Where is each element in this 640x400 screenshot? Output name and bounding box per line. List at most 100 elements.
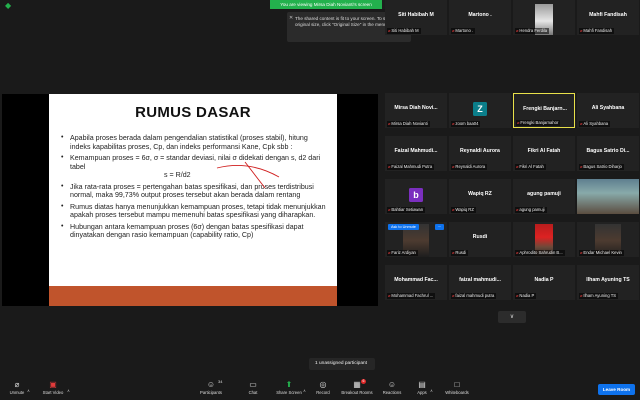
slide-title: RUMUS DASAR (135, 104, 251, 121)
participant-name: Fikri Al Fatah (527, 148, 561, 154)
share-options-caret[interactable]: ∧ (303, 379, 306, 397)
participant-caption: ⌀Mirsa Diah Novianti (387, 121, 430, 127)
tooltip-text: The shared content is fit to your screen… (295, 16, 399, 27)
shield-icon[interactable]: ◆ (5, 1, 13, 10)
share-screen-button[interactable]: ⬆ Share Screen (274, 380, 304, 396)
participant-name: Ilham Ayuning TS (586, 277, 630, 283)
participant-caption-name: faizal mahmudi putra (455, 293, 495, 298)
participant-tile[interactable]: Faizal Mahmudi... ⌀Faizal Mahmudi Putra (385, 136, 447, 171)
participant-tile[interactable]: Martono . ⌀Martono . (449, 0, 511, 35)
participant-caption: ⌀Mohammad Fachrul ... (387, 293, 436, 299)
participant-caption: ⌀Endar Michael Kevin (579, 250, 624, 256)
participant-tile[interactable]: agung pamuji ⌀agung pamuji (513, 179, 575, 214)
slide-formula: s = R/d2 (164, 171, 191, 179)
audio-options-caret[interactable]: ∧ (27, 379, 30, 397)
participant-tile[interactable]: Ali Syahbana ⌀Ali Syahbana (577, 93, 639, 128)
participant-caption: ⌀Fariz Ardiyan (387, 250, 418, 256)
share-screen-label: Share Screen (276, 390, 302, 395)
camera-off-icon: ▣ (49, 380, 57, 389)
participant-tile[interactable]: Fikri Al Fatah ⌀Fikri Al Fatah (513, 136, 575, 171)
ask-to-unmute-button[interactable]: Ask to Unmute (388, 224, 419, 230)
participant-name: Mirsa Diah Novi... (394, 105, 438, 111)
participant-caption-name: zoom baa04 (455, 121, 479, 126)
participant-name: Mohammad Fac... (394, 277, 438, 283)
participant-tile[interactable]: ⌀Aphrodito Sahrudin B... (513, 222, 575, 257)
whiteboard-icon: □ (454, 380, 460, 389)
microphone-muted-icon: ⌀ (14, 380, 20, 389)
participant-caption: ⌀Bahtiar Setiawan (387, 207, 426, 213)
participant-tile[interactable]: Nadia P ⌀Nadia P (513, 265, 575, 300)
unmute-label: Unmute (9, 390, 25, 395)
participant-caption-name: Rusdi (455, 250, 467, 255)
participant-tile[interactable] (577, 179, 639, 214)
participant-caption-name: Endar Michael Kevin (583, 250, 622, 255)
participant-caption-name: Mahfi Fandisah (583, 28, 613, 33)
participant-name: Reynaldi Aurora (460, 148, 500, 154)
unmute-button[interactable]: ⌀ Unmute (6, 380, 28, 396)
participants-count: 34 (218, 379, 223, 384)
whiteboards-button[interactable]: □ Whiteboards (442, 380, 472, 396)
close-icon[interactable]: ✕ (289, 15, 293, 21)
participant-tile[interactable]: Z ⌀zoom baa04 (449, 93, 511, 128)
whiteboards-label: Whiteboards (445, 390, 469, 395)
participant-caption-name: agung pamuji (519, 207, 545, 212)
participant-tile[interactable]: Rusdi ⌀Rusdi (449, 222, 511, 257)
participant-caption: ⌀Faizal Mahmudi Putra (387, 164, 435, 170)
gallery-scroll-down-button[interactable]: ∨ (498, 311, 526, 323)
participant-tile[interactable]: faizal mahmudi... ⌀faizal mahmudi putra (449, 265, 511, 300)
participant-tile[interactable]: Ilham Ayuning TS ⌀Ilham Ayuning TS (577, 265, 639, 300)
participant-tile[interactable]: Mirsa Diah Novi... ⌀Mirsa Diah Novianti (385, 93, 447, 128)
participant-tile[interactable]: ⌀Endar Michael Kevin (577, 222, 639, 257)
participant-tile[interactable]: Frengki Banjarn... ⌀Frengki Banjarnahor (513, 93, 575, 128)
participant-tile[interactable]: Siti Habibah M ⌀Siti Habibah M (385, 0, 447, 35)
participant-caption: ⌀Siti Habibah M (387, 28, 421, 34)
participant-tile[interactable]: Reynaldi Aurora ⌀Reynaldi Aurora (449, 136, 511, 171)
participant-caption: ⌀Bagus Satrio Diharjo (579, 164, 624, 170)
record-icon: ◎ (319, 380, 327, 389)
participant-caption-name: Bagus Satrio Diharjo (583, 164, 622, 169)
participant-tile[interactable]: ⌀Hendra Ferdila (513, 0, 575, 35)
chat-icon: ▭ (249, 380, 257, 389)
breakout-rooms-button[interactable]: ▦ Breakout Rooms (338, 380, 376, 396)
participant-tile[interactable]: Mahfi Fandisah ⌀Mahfi Fandisah (577, 0, 639, 35)
participant-caption-name: Ilham Ayuning TS (583, 293, 617, 298)
zoom-meeting-window: { "banner": { "viewing_text": "You are v… (0, 0, 640, 400)
reactions-label: Reactions (382, 390, 402, 395)
caret-up-icon: ∧ (303, 388, 306, 393)
more-options-button[interactable]: ··· (435, 224, 444, 230)
apps-options-caret[interactable]: ∧ (430, 379, 433, 397)
participant-caption-name: Faizal Mahmudi Putra (391, 164, 433, 169)
participant-name: Ali Syahbana (591, 105, 625, 111)
participant-caption: ⌀Frengki Banjarnahor (516, 120, 561, 126)
slide-footer-bar (49, 286, 337, 306)
participant-caption-name: Wapiq RZ (455, 207, 474, 212)
participant-tile[interactable]: Mohammad Fac... ⌀Mohammad Fachrul ... (385, 265, 447, 300)
participant-name: faizal mahmudi... (459, 277, 501, 283)
participant-caption: ⌀Aphrodito Sahrudin B... (515, 250, 565, 256)
leave-room-button[interactable]: Leave Room (598, 384, 635, 395)
slide-bullet-list: Apabila proses berada dalam pengendalian… (61, 134, 329, 243)
caret-up-icon: ∧ (27, 388, 30, 393)
participant-caption-name: Ali Syahbana (583, 121, 609, 126)
participant-tile[interactable]: b ⌀Bahtiar Setiawan (385, 179, 447, 214)
record-button[interactable]: ◎ Record (312, 380, 334, 396)
start-video-button[interactable]: ▣ Start Video (38, 380, 68, 396)
participant-tile[interactable]: Ask to Unmute ··· ⌀Fariz Ardiyan (385, 222, 447, 257)
video-options-caret[interactable]: ∧ (67, 379, 70, 397)
unassigned-participant-toast[interactable]: 1 unassigned participant (309, 358, 375, 370)
participant-tile[interactable]: Wapiq RZ ⌀Wapiq RZ (449, 179, 511, 214)
chat-button[interactable]: ▭ Chat (244, 380, 262, 396)
record-label: Record (316, 390, 330, 395)
slide-bullet: Hubungan antara kemampuan proses (6σ) de… (61, 223, 329, 240)
smiley-icon: ☺ (387, 380, 397, 389)
participant-tile[interactable]: Bagus Satrio Di... ⌀Bagus Satrio Diharjo (577, 136, 639, 171)
avatar: b (409, 188, 423, 202)
apps-label: Apps (417, 390, 427, 395)
caret-up-icon: ∧ (67, 388, 70, 393)
apps-button[interactable]: ▤ Apps (414, 380, 430, 396)
participant-caption-name: Nadia P (519, 293, 535, 298)
participant-caption: ⌀Rusdi (451, 250, 469, 256)
participant-caption-name: Frengki Banjarnahor (520, 120, 559, 125)
participant-caption-name: Martono . (455, 28, 474, 33)
reactions-button[interactable]: ☺ Reactions (380, 380, 404, 396)
